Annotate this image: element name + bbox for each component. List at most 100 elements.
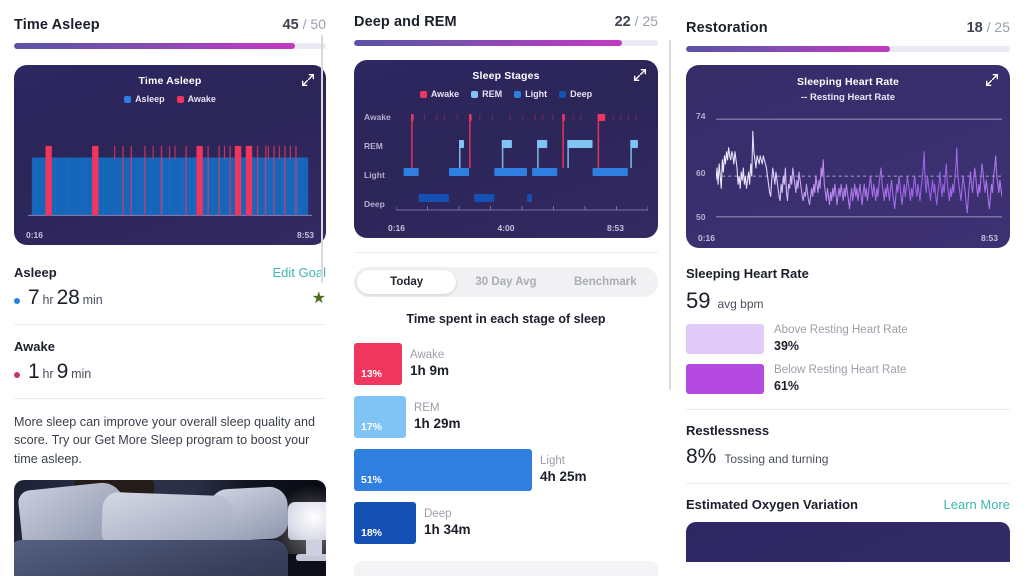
- deep-rem-score-max: 25: [642, 13, 658, 29]
- hr-band-below: Below Resting Heart Rate 61%: [686, 363, 1010, 394]
- stage-ylabel-deep: Deep: [364, 199, 385, 209]
- asleep-row-header: Asleep Edit Goal: [14, 265, 326, 280]
- asleep-duration-row: 7 hr 28 min ★: [14, 286, 326, 310]
- time-asleep-progress-fill: [14, 43, 295, 49]
- time-asleep-score-sep: /: [303, 16, 307, 32]
- hr-end-time: 8:53: [981, 233, 998, 243]
- legend-label-awake: Awake: [188, 94, 216, 104]
- stage-duration-awake: 1h 9m: [410, 363, 449, 380]
- sleep-dashboard: Time Asleep 45 / 50 Time Asleep Asleep A…: [0, 0, 1024, 576]
- stage-name-deep: Deep: [424, 507, 471, 521]
- scrollbar-middle-column[interactable]: [669, 40, 671, 390]
- asleep-hours-unit: hr: [42, 293, 53, 307]
- stage-bar-awake: 13%: [354, 343, 402, 385]
- legend-label-light: Light: [525, 89, 547, 99]
- hr-ytick-74: 74: [696, 111, 705, 121]
- time-asleep-plot: [24, 117, 316, 223]
- time-asleep-start-time: 0:16: [26, 230, 43, 240]
- heart-rate-plot: [716, 113, 1002, 225]
- awake-minutes: 9: [57, 360, 68, 384]
- hr-ytick-60: 60: [696, 168, 705, 178]
- hr-ytick-50: 50: [696, 212, 705, 222]
- asleep-label: Asleep: [14, 265, 57, 280]
- next-card-placeholder: [354, 561, 658, 576]
- deep-rem-score: 22 / 25: [615, 13, 658, 30]
- stage-row-deep: 18% Deep 1h 34m: [354, 502, 658, 544]
- sleep-stages-chart-title: Sleep Stages: [354, 70, 658, 82]
- asleep-minutes: 28: [57, 286, 80, 310]
- asleep-hours: 7: [28, 286, 39, 310]
- asleep-minutes-unit: min: [83, 293, 103, 307]
- sleeping-heart-rate-unit: avg bpm: [717, 297, 763, 311]
- restoration-progress-bar: [686, 46, 1010, 52]
- time-asleep-chart-title: Time Asleep: [14, 75, 326, 87]
- legend-swatch-awake: [420, 91, 427, 98]
- sleep-stages-time-axis: 0:16 4:00 8:53: [354, 223, 658, 233]
- stage-row-awake: 13% Awake 1h 9m: [354, 343, 658, 385]
- hr-band-above: Above Resting Heart Rate 39%: [686, 323, 1010, 354]
- hr-band-value-below: 61%: [774, 378, 906, 394]
- time-asleep-chart-card: Time Asleep Asleep Awake 0:16 8:53: [14, 65, 326, 245]
- stage-ylabel-light: Light: [364, 170, 385, 180]
- stage-pct-deep: 18%: [354, 527, 382, 544]
- stage-meta-awake: Awake 1h 9m: [402, 343, 449, 385]
- deep-rem-score-value: 22: [615, 14, 631, 30]
- stage-name-rem: REM: [414, 401, 461, 415]
- stage-bar-light: 51%: [354, 449, 532, 491]
- time-asleep-end-time: 8:53: [297, 230, 314, 240]
- hr-start-time: 0:16: [698, 233, 715, 243]
- tab-benchmark[interactable]: Benchmark: [556, 270, 655, 294]
- oxygen-title: Estimated Oxygen Variation: [686, 497, 858, 512]
- time-asleep-score-max: 50: [310, 16, 326, 32]
- tab-30-day-avg[interactable]: 30 Day Avg: [456, 270, 555, 294]
- deep-rem-score-sep: /: [635, 13, 639, 29]
- sleep-stages-plot: [396, 106, 648, 216]
- legend-label-awake: Awake: [431, 89, 459, 99]
- time-asleep-title: Time Asleep: [14, 17, 100, 33]
- restoration-progress-fill: [686, 46, 890, 52]
- tab-today[interactable]: Today: [357, 270, 456, 294]
- legend-swatch-deep: [559, 91, 566, 98]
- expand-icon[interactable]: [300, 72, 318, 90]
- sleeping-heart-rate-value-row: 59 avg bpm: [686, 288, 1010, 314]
- stage-ylabel-awake: Awake: [364, 112, 391, 122]
- restoration-score-sep: /: [987, 19, 991, 35]
- learn-more-link[interactable]: Learn More: [944, 497, 1010, 512]
- legend-swatch-awake: [177, 96, 184, 103]
- deep-rem-progress-bar: [354, 40, 658, 46]
- star-icon: ★: [312, 288, 326, 308]
- legend-item-asleep: Asleep: [124, 94, 165, 104]
- stages-time-start: 0:16: [388, 223, 405, 233]
- awake-duration: 1 hr 9 min: [14, 360, 326, 384]
- column-deep-and-rem: Deep and REM 22 / 25 Sleep Stages Awake: [340, 0, 672, 576]
- stage-name-awake: Awake: [410, 348, 449, 362]
- heart-rate-chart-card: Sleeping Heart Rate -- Resting Heart Rat…: [686, 65, 1010, 248]
- expand-icon[interactable]: [984, 72, 1002, 90]
- awake-hours: 1: [28, 360, 39, 384]
- lamp-shade: [288, 502, 326, 540]
- awake-dot-icon: [14, 372, 20, 378]
- scrollbar-left-column[interactable]: [321, 35, 323, 283]
- legend-item-light: Light: [514, 89, 547, 99]
- time-asleep-chart-legend: Asleep Awake: [14, 94, 326, 104]
- legend-item-awake: Awake: [177, 94, 216, 104]
- stages-time-end: 8:53: [607, 223, 624, 233]
- stage-meta-deep: Deep 1h 34m: [416, 502, 471, 544]
- column-restoration: Restoration 18 / 25 Sleeping Heart Rate …: [672, 0, 1024, 576]
- time-asleep-time-axis: 0:16 8:53: [14, 230, 326, 240]
- hr-band-swatch-above: [686, 324, 764, 354]
- expand-icon[interactable]: [632, 67, 650, 85]
- stage-ylabel-rem: REM: [364, 141, 383, 151]
- stage-period-tabs: Today 30 Day Avg Benchmark: [354, 267, 658, 297]
- legend-item-awake: Awake: [420, 89, 459, 99]
- hr-band-value-above: 39%: [774, 338, 908, 354]
- legend-label-asleep: Asleep: [135, 94, 165, 104]
- sleeping-heart-rate-label: Sleeping Heart Rate: [686, 266, 1010, 281]
- legend-swatch-rem: [471, 91, 478, 98]
- legend-swatch-asleep: [124, 96, 131, 103]
- time-asleep-score: 45 / 50: [283, 16, 326, 33]
- sleeping-heart-rate-avg: 59: [686, 288, 710, 314]
- edit-goal-link[interactable]: Edit Goal: [273, 265, 326, 280]
- stage-duration-light: 4h 25m: [540, 469, 587, 486]
- heart-rate-time-axis: 0:16 8:53: [686, 233, 1010, 243]
